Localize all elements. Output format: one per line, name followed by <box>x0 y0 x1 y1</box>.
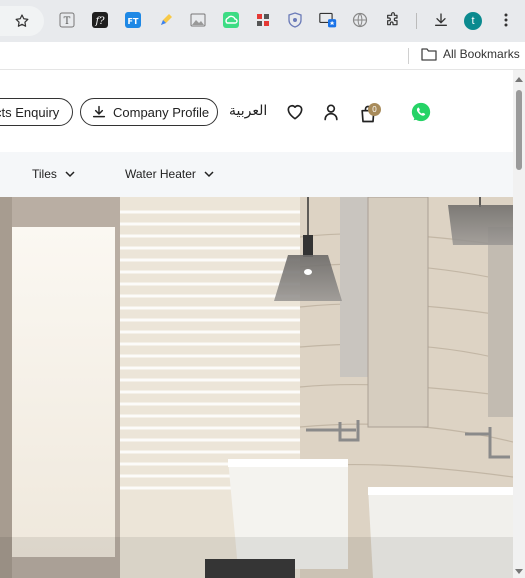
bathroom-scene-illustration <box>0 197 513 578</box>
kebab-menu-icon[interactable] <box>497 11 515 29</box>
profile-avatar-icon[interactable]: t <box>464 12 482 30</box>
all-bookmarks-label: All Bookmarks <box>443 47 520 61</box>
company-profile-label: Company Profile <box>113 104 210 120</box>
svg-text:FT: FT <box>128 17 139 26</box>
account-user-icon[interactable] <box>321 102 341 122</box>
nav-item-tiles[interactable]: Tiles <box>32 167 75 181</box>
cart-count-badge: 0 <box>368 103 381 116</box>
toolbar-divider <box>416 13 417 29</box>
nav-item-water-heater[interactable]: Water Heater <box>125 167 214 181</box>
nav-item-label: Tiles <box>32 167 57 181</box>
image-extension-icon[interactable] <box>189 11 207 29</box>
shield-extension-icon[interactable] <box>286 11 304 29</box>
company-profile-button[interactable]: Company Profile <box>80 98 218 126</box>
ft-extension-icon[interactable]: FT <box>124 11 142 29</box>
download-icon[interactable] <box>432 11 450 29</box>
category-nav: Tiles Water Heater <box>0 152 513 197</box>
highlighter-extension-icon[interactable] <box>157 11 175 29</box>
text-extension-icon[interactable]: T <box>58 11 76 29</box>
svg-text:T: T <box>64 16 71 27</box>
bookmarks-divider <box>408 48 409 64</box>
profile-initial: t <box>471 15 475 27</box>
formula-extension-icon[interactable]: f? <box>91 11 109 29</box>
bookmarks-bar: All Bookmarks <box>0 42 525 70</box>
all-bookmarks-button[interactable]: All Bookmarks <box>421 47 520 61</box>
cloud-extension-icon[interactable] <box>222 11 240 29</box>
scroll-up-arrow-icon[interactable] <box>515 77 523 82</box>
browser-toolbar: T f? FT t <box>0 0 525 42</box>
enquiry-label: cts Enquiry <box>0 104 60 120</box>
chevron-down-icon <box>204 171 214 178</box>
whatsapp-icon[interactable] <box>410 101 432 123</box>
nav-item-label: Water Heater <box>125 167 196 181</box>
scrollbar-thumb[interactable] <box>516 90 522 170</box>
address-bar-end[interactable] <box>0 6 44 36</box>
language-switch-link[interactable]: العربية <box>229 103 267 119</box>
products-enquiry-button[interactable]: cts Enquiry <box>0 98 73 126</box>
globe-extension-icon[interactable] <box>351 11 369 29</box>
svg-text:f?: f? <box>94 16 105 27</box>
folder-icon <box>421 48 437 61</box>
web-page: cts Enquiry Company Profile العربية 0 Ti… <box>0 70 513 578</box>
hero-banner-image <box>0 197 513 578</box>
extensions-puzzle-icon[interactable] <box>384 11 402 29</box>
page-scrollbar[interactable] <box>513 70 525 578</box>
puzzle-grid-extension-icon[interactable] <box>254 11 272 29</box>
wishlist-heart-icon[interactable] <box>285 102 305 122</box>
screen-share-extension-icon[interactable] <box>319 11 337 29</box>
bookmark-star-icon[interactable] <box>14 13 30 29</box>
chevron-down-icon <box>65 171 75 178</box>
scroll-down-arrow-icon[interactable] <box>515 569 523 574</box>
download-icon <box>92 105 106 118</box>
site-header: cts Enquiry Company Profile العربية 0 <box>0 70 513 152</box>
